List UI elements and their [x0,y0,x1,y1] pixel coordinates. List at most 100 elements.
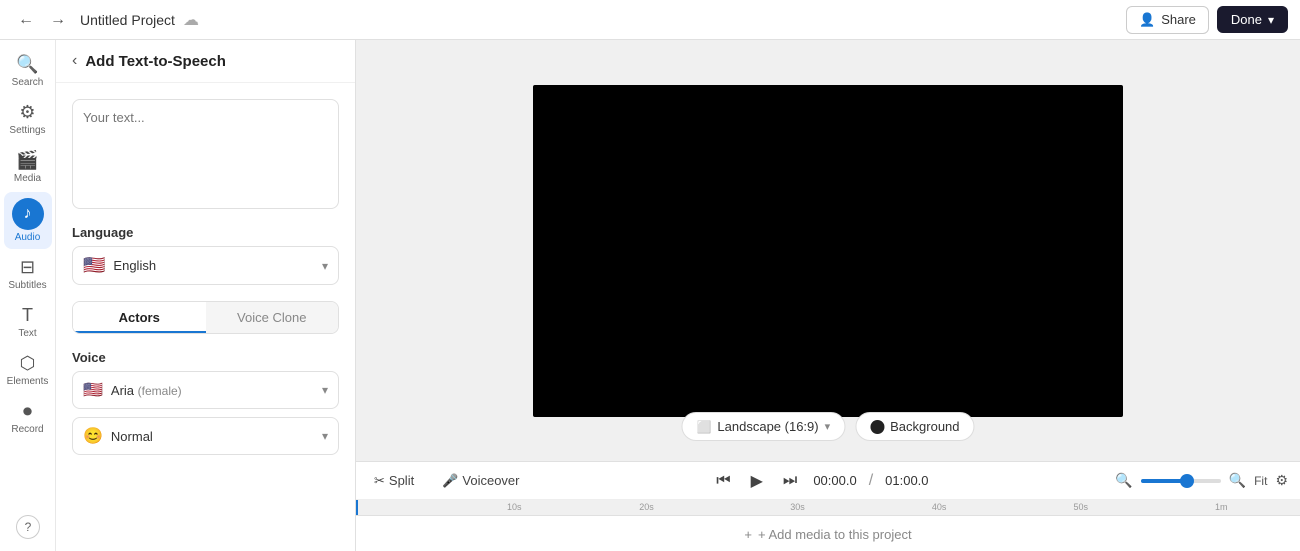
sidebar-item-label-settings: Settings [9,125,45,136]
tts-text-input[interactable] [72,99,339,209]
split-label: Split [389,473,414,488]
voice-name-text: Aria (female) [111,383,182,398]
sidebar-item-elements[interactable]: ⬡ Elements [4,347,52,393]
video-canvas[interactable] [533,85,1123,417]
share-label: Share [1161,12,1196,27]
voice-section-label: Voice [72,350,339,365]
language-flag-icon: 🇺🇸 [83,255,105,276]
background-color-circle [870,420,884,434]
share-person-icon: 👤 [1139,12,1155,28]
voice-section: Voice 🇺🇸 Aria (female) ▾ [72,350,339,455]
voiceover-button[interactable]: 🎤 Voiceover [436,469,525,493]
landscape-button[interactable]: ⬜ Landscape (16:9) ▾ [681,412,845,441]
time-separator: / [869,472,873,490]
landscape-label: Landscape (16:9) [717,419,818,434]
sidebar-item-label-text: Text [18,328,36,339]
sidebar-item-label-media: Media [14,173,41,184]
nav-back-button[interactable]: ← [12,7,40,33]
timeline-area: ✂ Split 🎤 Voiceover ⏮ ▶ ⏭ 00:00.0 / 01:0… [356,461,1300,551]
language-section: Language 🇺🇸 English ▾ [72,225,339,285]
tab-voice-clone[interactable]: Voice Clone [206,302,339,333]
total-time-display: 01:00.0 [885,473,928,488]
panel-back-button[interactable]: ‹ [72,52,77,70]
done-label: Done [1231,12,1262,27]
ruler-mark-40s: 40s [932,502,947,512]
sidebar-item-search[interactable]: 🔍 Search [4,48,52,94]
panel-header: ‹ Add Text-to-Speech [56,40,355,83]
sidebar-item-label-audio: Audio [15,232,41,243]
play-button[interactable]: ▶ [747,467,767,495]
scissors-icon: ✂ [374,473,385,489]
share-button[interactable]: 👤 Share [1126,6,1209,34]
voice-chevron-icon: ▾ [322,383,328,397]
language-select-dropdown[interactable]: 🇺🇸 English ▾ [72,246,339,285]
sidebar-item-record[interactable]: ⏺ Record [4,395,52,441]
voice-select-left: 🇺🇸 Aria (female) [83,380,182,400]
add-media-label: + Add media to this project [758,527,912,542]
fit-button[interactable]: Fit [1254,474,1267,488]
sidebar-item-subtitles[interactable]: ⊟ Subtitles [4,251,52,297]
canvas-controls: ⬜ Landscape (16:9) ▾ Background [681,412,974,441]
current-time-display: 00:00.0 [813,473,856,488]
sidebar-icons: 🔍 Search ⚙ Settings 🎬 Media ♪ Audio ⊟ Su… [0,40,56,551]
subtitles-icon: ⊟ [20,257,35,278]
help-button[interactable]: ? [16,515,40,539]
voice-style-dropdown[interactable]: 😊 Normal ▾ [72,417,339,455]
mic-icon: 🎤 [442,473,458,489]
topbar-nav: ← → [12,7,72,33]
ruler-mark-50s: 50s [1073,502,1088,512]
sidebar-item-text[interactable]: T Text [4,299,52,345]
language-select-left: 🇺🇸 English [83,255,156,276]
nav-forward-button[interactable]: → [44,7,72,33]
add-media-button[interactable]: + + Add media to this project [744,527,911,542]
landscape-icon: ⬜ [696,420,711,434]
landscape-chevron-icon: ▾ [825,420,831,433]
cloud-icon: ☁ [183,10,199,30]
zoom-slider[interactable] [1141,479,1221,483]
plus-icon: + [744,527,752,542]
canvas-viewport: ⬜ Landscape (16:9) ▾ Background [356,40,1300,461]
sidebar-item-audio[interactable]: ♪ Audio [4,192,52,249]
timeline-settings-button[interactable]: ⚙ [1275,472,1288,489]
sidebar-item-label-elements: Elements [7,376,49,387]
canvas-area: ⬜ Landscape (16:9) ▾ Background ✂ Split … [356,40,1300,551]
timeline-playback-controls: ⏮ ▶ ⏭ 00:00.0 / 01:00.0 [541,467,1099,495]
voice-flag-icon: 🇺🇸 [83,380,103,400]
background-label: Background [890,419,959,434]
record-icon: ⏺ [23,401,32,422]
skip-back-button[interactable]: ⏮ [712,468,734,494]
done-button[interactable]: Done ▾ [1217,6,1288,33]
skip-forward-button[interactable]: ⏭ [779,468,801,494]
help-icon: ? [25,520,32,534]
sidebar-item-media[interactable]: 🎬 Media [4,144,52,190]
audio-icon: ♪ [24,205,32,223]
voice-select-dropdown[interactable]: 🇺🇸 Aria (female) ▾ [72,371,339,409]
panel-title: Add Text-to-Speech [85,53,226,70]
zoom-out-button[interactable]: 🔍 [1115,472,1132,489]
zoom-in-button[interactable]: 🔍 [1229,472,1246,489]
elements-icon: ⬡ [20,353,36,374]
ruler-bar: 10s 20s 30s 40s 50s 1m [356,500,1300,516]
project-title: Untitled Project [80,12,175,28]
settings-icon: ⚙ [19,102,35,123]
topbar-left: ← → Untitled Project ☁ [12,7,199,33]
sidebar-item-settings[interactable]: ⚙ Settings [4,96,52,142]
voiceover-label: Voiceover [462,473,519,488]
style-select-left: 😊 Normal [83,426,153,446]
timeline-zoom-controls: 🔍 🔍 Fit ⚙ [1115,472,1288,489]
media-icon: 🎬 [16,150,38,171]
voice-style-text: Normal [111,429,153,444]
ruler-mark-30s: 30s [790,502,805,512]
tab-actors[interactable]: Actors [73,302,206,333]
ruler-mark-10s: 10s [507,502,522,512]
sidebar-item-label-search: Search [12,77,44,88]
timeline-ruler: 10s 20s 30s 40s 50s 1m + + Add media to … [356,500,1300,551]
split-button[interactable]: ✂ Split [368,469,420,493]
sidebar-item-label-record: Record [11,424,43,435]
background-button[interactable]: Background [855,412,974,441]
panel-body: Language 🇺🇸 English ▾ Actors Voice Clone… [56,83,355,471]
topbar: ← → Untitled Project ☁ 👤 Share Done ▾ [0,0,1300,40]
audio-icon-circle: ♪ [12,198,44,230]
timeline-cursor[interactable] [356,500,358,515]
voice-style-emoji: 😊 [83,426,103,446]
